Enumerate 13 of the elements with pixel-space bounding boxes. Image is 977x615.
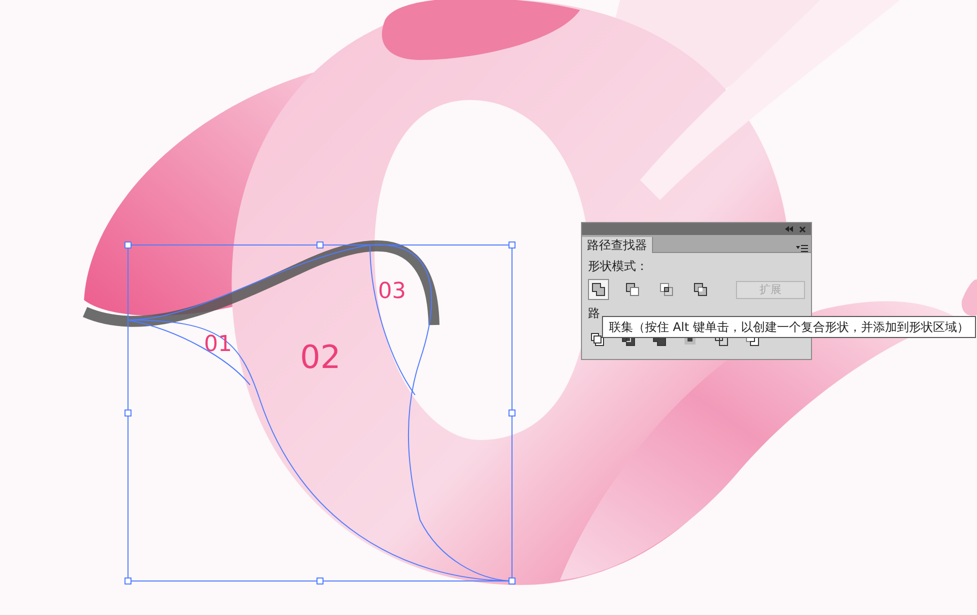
tooltip: 联集（按住 Alt 键单击，以创建一个复合形状，并添加到形状区域） — [602, 316, 976, 338]
area-label: 02 — [300, 338, 341, 376]
panel-tab[interactable]: 路径查找器 — [582, 237, 653, 253]
divide-icon[interactable] — [590, 332, 605, 347]
close-icon[interactable] — [799, 226, 806, 232]
section-title: 形状模式： — [588, 259, 649, 273]
shape-edge-drawing — [962, 279, 977, 316]
unite-button[interactable] — [588, 279, 610, 300]
area-label: 01 — [204, 332, 232, 357]
section-title: 路 — [588, 306, 601, 320]
collapse-icon[interactable] — [785, 226, 793, 232]
menu-icon[interactable] — [796, 245, 808, 252]
area-label: 03 — [378, 279, 406, 304]
